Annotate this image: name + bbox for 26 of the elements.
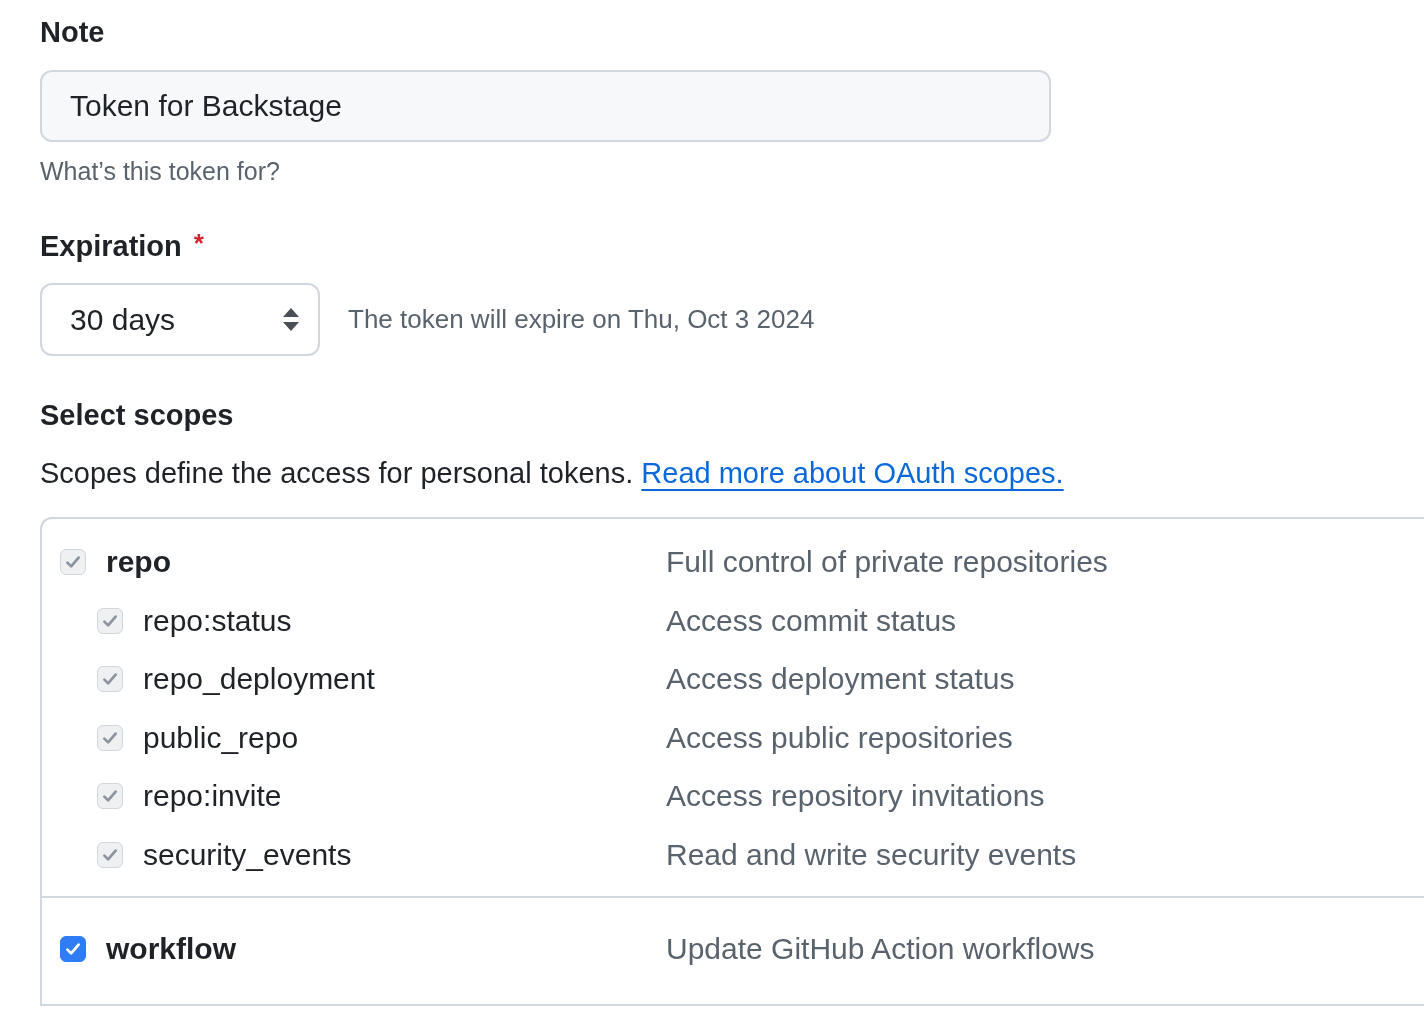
scopes-heading: Select scopes	[40, 398, 235, 433]
scope-name: workflow	[106, 932, 236, 967]
note-label: Note	[40, 15, 106, 50]
oauth-scopes-link[interactable]: Read more about OAuth scopes.	[641, 457, 1064, 489]
scope-description: Full control of private repositories	[666, 545, 1108, 580]
expiration-select[interactable]: 30 days	[40, 283, 320, 356]
required-mark: *	[193, 228, 204, 259]
expiration-info: The token will expire on Thu, Oct 3 2024	[348, 304, 815, 335]
scope-name: security_events	[143, 837, 352, 872]
scope-name: repo	[106, 545, 171, 580]
scope-description: Access repository invitations	[666, 779, 1045, 814]
scope-name: repo_deployment	[143, 662, 375, 697]
scope-description: Update GitHub Action workflows	[666, 932, 1095, 967]
scope-name: repo:status	[143, 603, 292, 638]
scopes-description: Scopes define the access for personal tokens.	[40, 457, 634, 489]
scope-description: Access commit status	[666, 603, 957, 638]
scope-description: Read and write security events	[666, 837, 1077, 872]
scope-description: Access public repositories	[666, 720, 1013, 755]
note-hint: What’s this token for?	[40, 157, 281, 186]
scope-checkbox[interactable]	[60, 936, 86, 963]
note-input-field[interactable]: Token for Backstage	[40, 70, 1051, 142]
scope-description: Access deployment status	[666, 662, 1015, 697]
scope-name: public_repo	[143, 720, 299, 755]
scope-name: repo:invite	[143, 779, 282, 814]
expiration-label: Expiration	[40, 229, 182, 264]
sort-arrows-icon	[282, 306, 300, 333]
